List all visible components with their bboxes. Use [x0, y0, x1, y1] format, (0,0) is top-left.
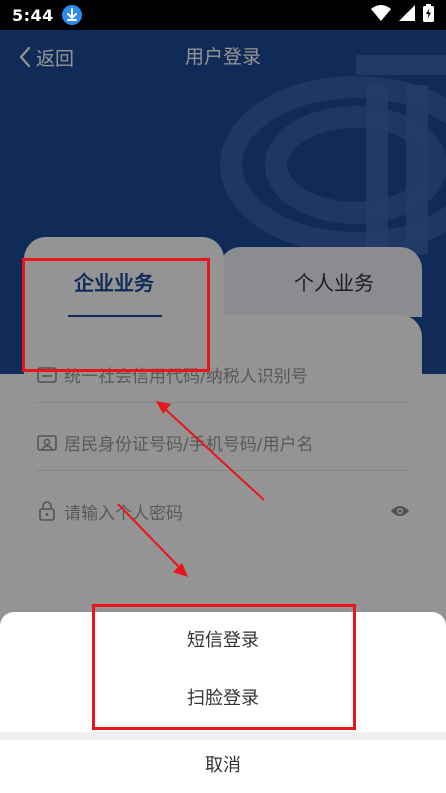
tab-enterprise-label: 企业业务	[74, 271, 154, 295]
credit-code-input[interactable]: 统一社会信用代码/纳税人识别号	[36, 347, 410, 403]
back-label: 返回	[36, 47, 75, 70]
sheet-divider	[0, 732, 446, 740]
face-login-option[interactable]: 扫脸登录	[0, 671, 446, 727]
status-bar: 5:44	[0, 0, 446, 30]
password-placeholder: 请输入个人密码	[64, 503, 183, 524]
signal-icon	[399, 5, 415, 25]
sheet-options: 短信登录 扫脸登录	[0, 612, 446, 732]
credit-code-placeholder: 统一社会信用代码/纳税人识别号	[64, 367, 308, 387]
eye-icon[interactable]	[390, 504, 410, 518]
login-card: 企业业务 个人业务 统一社会信用代码/纳税人识别号 居民身份证号码/手机号码/用…	[24, 237, 422, 585]
battery-charging-icon	[423, 4, 434, 26]
tab-personal-label: 个人业务	[294, 271, 374, 295]
id-card-icon	[36, 366, 58, 383]
back-button[interactable]: 返回	[18, 42, 74, 72]
download-icon	[61, 5, 82, 25]
wifi-icon	[371, 5, 391, 25]
status-time: 5:44	[12, 5, 54, 25]
chevron-left-icon	[19, 46, 31, 68]
username-input[interactable]: 居民身份证号码/手机号码/用户名	[36, 415, 410, 471]
active-tab-indicator	[68, 315, 162, 317]
login-method-sheet: 短信登录 扫脸登录 取消	[0, 612, 446, 793]
lock-icon	[36, 501, 58, 521]
user-card-icon	[36, 434, 58, 451]
password-input[interactable]: 请输入个人密码	[36, 483, 410, 539]
cancel-button[interactable]: 取消	[0, 740, 446, 793]
username-placeholder: 居民身份证号码/手机号码/用户名	[64, 435, 314, 455]
sms-login-option[interactable]: 短信登录	[0, 613, 446, 669]
cancel-wrap: 取消	[0, 740, 446, 793]
